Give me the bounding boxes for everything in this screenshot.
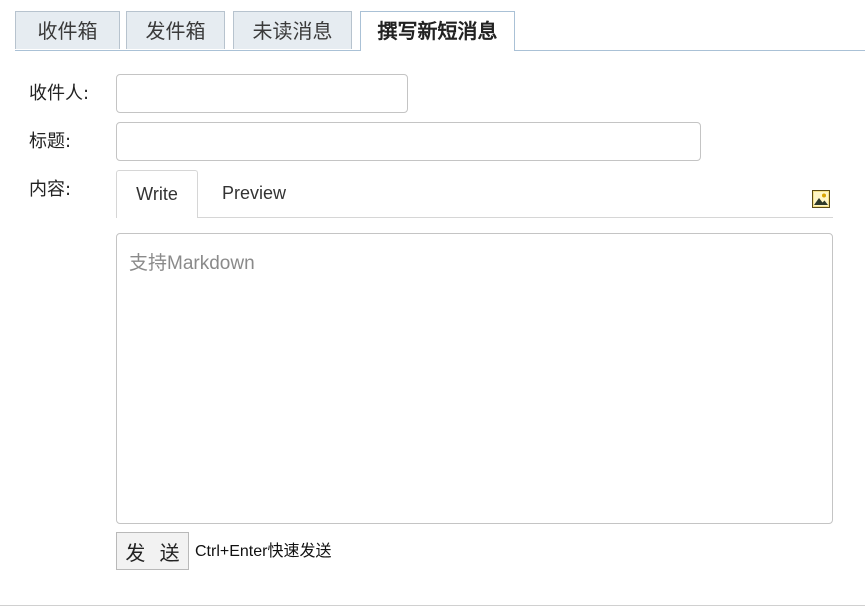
content-label: 内容: — [29, 179, 72, 200]
tab-inbox[interactable]: 收件箱 — [15, 11, 120, 49]
write-tab[interactable]: Write — [116, 170, 198, 218]
compose-message-page: 收件箱 发件箱 未读消息 撰写新短消息 收件人: 标题: 内容: Write P… — [0, 0, 865, 609]
subject-input[interactable] — [116, 122, 701, 161]
tab-unread[interactable]: 未读消息 — [233, 11, 352, 49]
subject-label: 标题: — [29, 131, 72, 152]
message-tabs: 收件箱 发件箱 未读消息 撰写新短消息 — [15, 11, 865, 51]
tab-outbox[interactable]: 发件箱 — [126, 11, 225, 49]
send-button[interactable]: 发 送 — [116, 532, 189, 570]
tab-compose[interactable]: 撰写新短消息 — [360, 11, 515, 51]
recipient-input[interactable] — [116, 74, 408, 113]
recipient-label: 收件人: — [29, 83, 90, 104]
editor-tabs: Write Preview — [116, 170, 833, 218]
insert-image-icon[interactable] — [812, 190, 830, 208]
preview-tab[interactable]: Preview — [222, 170, 286, 217]
send-shortcut-hint: Ctrl+Enter快速发送 — [195, 543, 332, 560]
content-textarea[interactable] — [116, 233, 833, 524]
bottom-divider — [0, 605, 865, 606]
